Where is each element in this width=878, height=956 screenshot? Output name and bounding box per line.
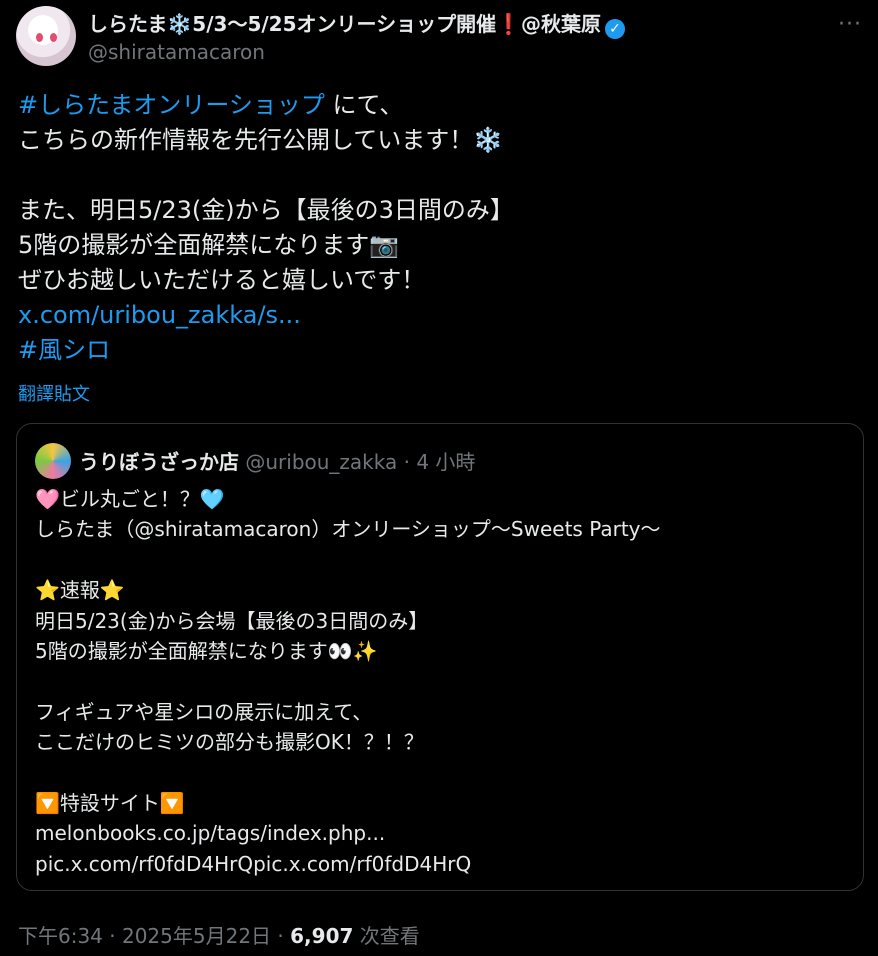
tweet-line: こちらの新作情報を先行公開しています！❄️: [18, 126, 504, 154]
tweet-timestamp[interactable]: 下午6:34 · 2025年5月22日 ·: [18, 924, 290, 948]
tweet-link[interactable]: #風シロ: [18, 333, 858, 368]
quote-timestamp: · 4 小時: [397, 450, 476, 474]
tweet-line-text: にて、: [324, 91, 404, 119]
quote-author-handle[interactable]: @uribou_zakka: [245, 450, 397, 474]
author-avatar[interactable]: [16, 6, 76, 66]
quote-line: [35, 758, 855, 788]
verified-badge-icon: ✓: [605, 19, 625, 39]
quote-author-name[interactable]: うりぼうざっか店: [79, 450, 239, 474]
quote-line: 🔽特設サイト🔽: [35, 790, 185, 815]
quote-line: ⭐速報⭐: [35, 578, 125, 603]
tweet-line: ぜひお越しいただけると嬉しいです！: [18, 266, 426, 294]
tweet-line: また、明日5/23(金)から【最後の3日間のみ】: [18, 196, 514, 224]
quoted-tweet[interactable]: うりぼうざっか店 @uribou_zakka · 4 小時 🩷ビル丸ごと！？🩵 し…: [16, 423, 864, 891]
hashtag-link[interactable]: #しらたまオンリーショップ: [18, 91, 325, 119]
quote-header: うりぼうざっか店 @uribou_zakka · 4 小時: [79, 446, 475, 475]
translate-link[interactable]: 翻譯貼文: [18, 380, 90, 406]
quote-line: 🩷ビル丸ごと！？🩵: [35, 487, 225, 511]
tweet-line: 5階の撮影が全面解禁になります📷: [18, 231, 400, 259]
quote-line: 明日5/23(金)から会場【最後の3日間のみ】: [35, 608, 429, 633]
quote-line: melonbooks.co.jp/tags/index.php...: [35, 821, 386, 846]
tweet-line: #しらたまオンリーショップ にて、: [18, 88, 858, 123]
tweet-footer: 下午6:34 · 2025年5月22日 · 6,907 次查看: [18, 920, 420, 949]
quote-line: フィギュアや星シロの展示に加えて、: [35, 699, 373, 724]
quote-line: しらたま（@shiratamacaron）オンリーショップ～Sweets Par…: [35, 517, 661, 542]
tweet-text: #しらたまオンリーショップ にて、こちらの新作情報を先行公開しています！❄️ また…: [18, 88, 858, 368]
tweet-link[interactable]: x.com/uribou_zakka/s...: [18, 298, 858, 333]
tweet-header: しらたま❄️5/3～5/25オンリーショップ開催❗️@秋葉原 ✓ @shirata…: [16, 6, 862, 66]
more-dots-icon[interactable]: ···: [838, 12, 862, 37]
quote-text: 🩷ビル丸ごと！？🩵 しらたま（@shiratamacaron）オンリーショップ～S…: [35, 484, 855, 879]
quote-line: [35, 666, 855, 696]
view-count: 6,907: [290, 924, 354, 948]
tweet-line: [18, 158, 858, 193]
views-label: 次查看: [353, 924, 420, 948]
author-handle[interactable]: @shiratamacaron: [88, 40, 265, 64]
quote-line: 5階の撮影が全面解禁になります👀✨: [35, 638, 378, 663]
quote-line: ここだけのヒミツの部分も撮影OK！？！？: [35, 730, 424, 755]
quote-line: [35, 545, 855, 575]
author-name-line[interactable]: しらたま❄️5/3～5/25オンリーショップ開催❗️@秋葉原 ✓: [88, 8, 625, 39]
quote-line: pic.x.com/rf0fdD4HrQpic.x.com/rf0fdD4HrQ: [35, 851, 472, 876]
author-name[interactable]: しらたま❄️5/3～5/25オンリーショップ開催❗️@秋葉原: [88, 12, 601, 36]
quote-avatar[interactable]: [35, 443, 71, 479]
